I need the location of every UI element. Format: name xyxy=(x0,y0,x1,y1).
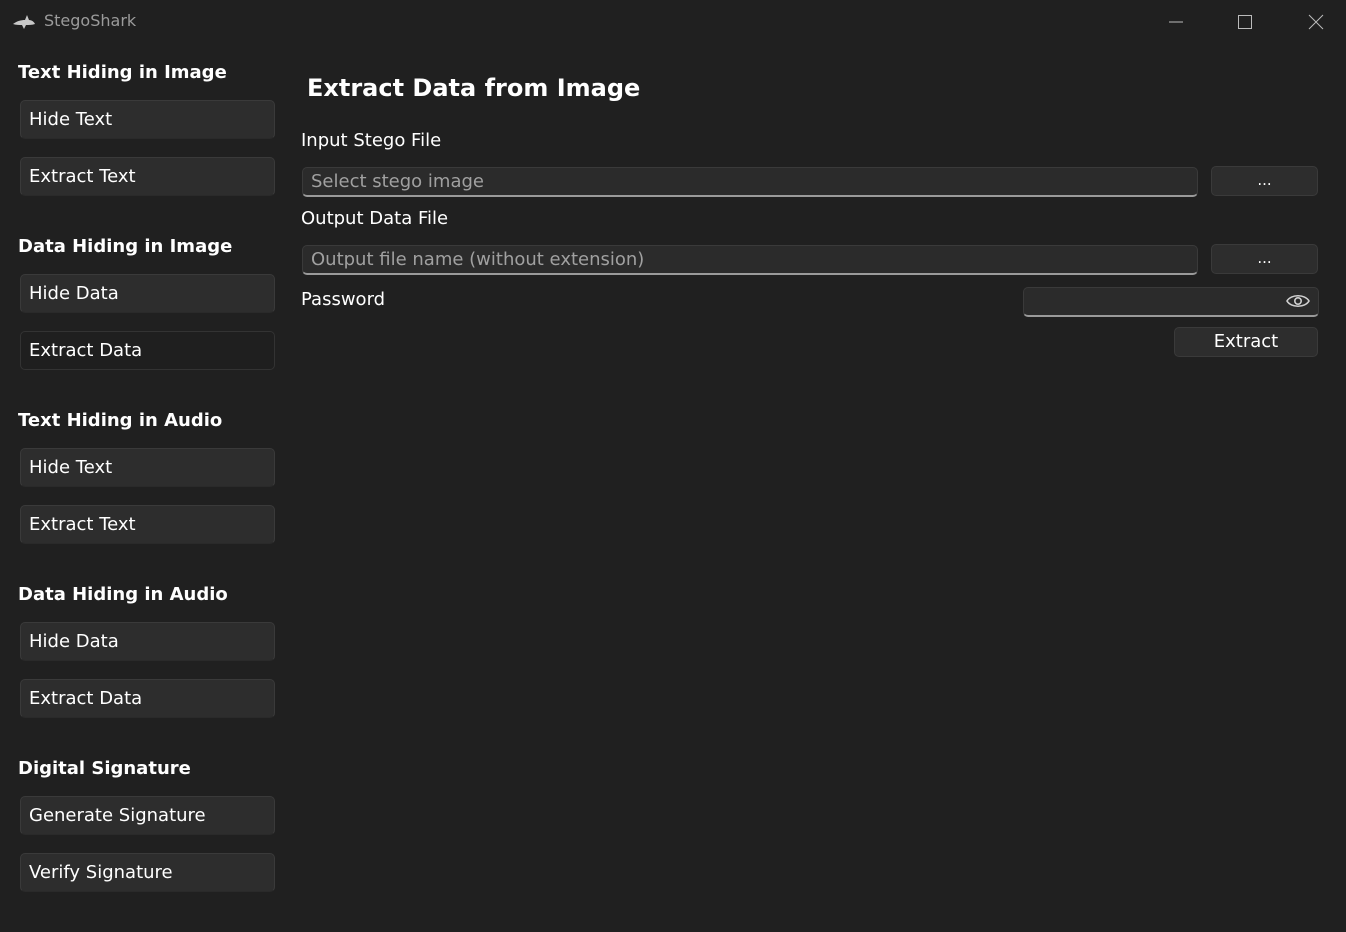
extract-button[interactable]: Extract xyxy=(1174,327,1318,357)
section-title-data-hiding-audio: Data Hiding in Audio xyxy=(18,584,228,605)
output-file-label: Output Data File xyxy=(301,208,449,229)
nav-extract-text-image[interactable]: Extract Text xyxy=(20,157,275,196)
maximize-icon xyxy=(1238,15,1252,29)
section-title-data-hiding-image: Data Hiding in Image xyxy=(18,236,233,257)
output-browse-button[interactable]: ... xyxy=(1211,244,1318,274)
close-icon xyxy=(1308,14,1324,30)
nav-extract-data-audio[interactable]: Extract Data xyxy=(20,679,275,718)
eye-icon[interactable] xyxy=(1286,293,1310,309)
section-title-text-hiding-audio: Text Hiding in Audio xyxy=(18,410,223,431)
minimize-icon xyxy=(1169,21,1183,23)
password-field[interactable] xyxy=(1023,287,1319,317)
title-bar: StegoShark xyxy=(0,0,1346,44)
nav-hide-text-audio[interactable]: Hide Text xyxy=(20,448,275,487)
password-label: Password xyxy=(301,289,386,310)
section-title-text-hiding-image: Text Hiding in Image xyxy=(18,62,227,83)
input-file-field[interactable]: Select stego image xyxy=(302,167,1198,197)
nav-hide-data-audio[interactable]: Hide Data xyxy=(20,622,275,661)
shark-icon xyxy=(13,15,35,29)
nav-extract-text-audio[interactable]: Extract Text xyxy=(20,505,275,544)
minimize-button[interactable] xyxy=(1153,6,1199,38)
app-title: StegoShark xyxy=(44,11,137,30)
input-browse-button[interactable]: ... xyxy=(1211,166,1318,196)
output-file-field[interactable]: Output file name (without extension) xyxy=(302,245,1198,275)
close-button[interactable] xyxy=(1293,6,1339,38)
nav-hide-text-image[interactable]: Hide Text xyxy=(20,100,275,139)
nav-verify-signature[interactable]: Verify Signature xyxy=(20,853,275,892)
input-file-label: Input Stego File xyxy=(301,130,442,151)
nav-hide-data-image[interactable]: Hide Data xyxy=(20,274,275,313)
maximize-button[interactable] xyxy=(1222,6,1268,38)
page-title: Extract Data from Image xyxy=(307,74,641,102)
nav-generate-signature[interactable]: Generate Signature xyxy=(20,796,275,835)
nav-extract-data-image[interactable]: Extract Data xyxy=(20,331,275,370)
section-title-digital-signature: Digital Signature xyxy=(18,758,191,779)
